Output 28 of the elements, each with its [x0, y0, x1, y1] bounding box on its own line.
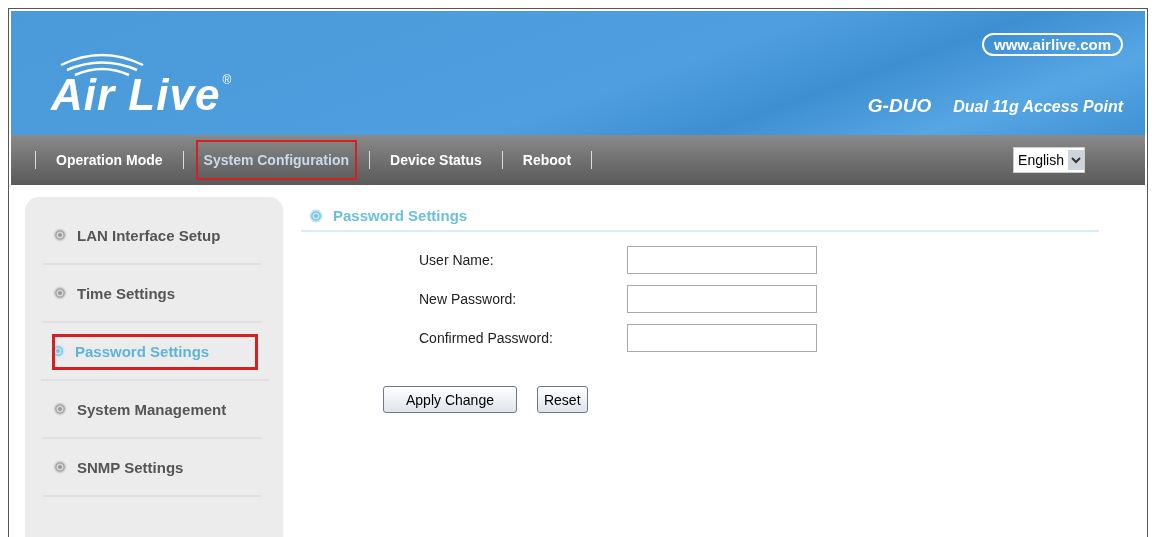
circle-bullet-icon: [53, 228, 67, 242]
sidebar-item[interactable]: LAN Interface Setup: [43, 207, 261, 265]
input-field[interactable]: [627, 324, 817, 352]
apply-button[interactable]: Apply Change: [383, 386, 517, 413]
caret-icon: [1071, 156, 1081, 164]
language-select[interactable]: English: [1013, 147, 1085, 173]
circle-bullet-icon: [53, 460, 67, 474]
registered-mark: ®: [222, 73, 232, 87]
logo-text: Air Live: [51, 73, 221, 117]
circle-bullet-icon: [53, 402, 67, 416]
input-field[interactable]: [627, 246, 817, 274]
sidebar-item[interactable]: Time Settings: [43, 265, 261, 323]
model-name: G-DUO: [867, 95, 932, 117]
field-label: User Name:: [419, 252, 495, 268]
nav-tab[interactable]: System Configuration: [195, 140, 358, 180]
sidebar-item[interactable]: SNMP Settings: [43, 439, 261, 497]
circle-bullet-icon: [309, 208, 323, 223]
nav-tab[interactable]: Operation Mode: [48, 140, 171, 180]
section-title: Password Settings: [301, 207, 1099, 232]
circle-bullet-icon: [53, 286, 67, 300]
input-field[interactable]: [627, 285, 817, 313]
field-label: New Password:: [419, 291, 518, 307]
reset-button[interactable]: Reset: [536, 386, 588, 413]
product-name: Dual 11g Access Point: [953, 98, 1123, 116]
field-label: Confirmed Password:: [419, 330, 554, 346]
nav-tab[interactable]: Device Status: [382, 140, 490, 180]
sidebar-item[interactable]: System Management: [43, 381, 261, 439]
nav-tab[interactable]: Reboot: [514, 140, 580, 180]
